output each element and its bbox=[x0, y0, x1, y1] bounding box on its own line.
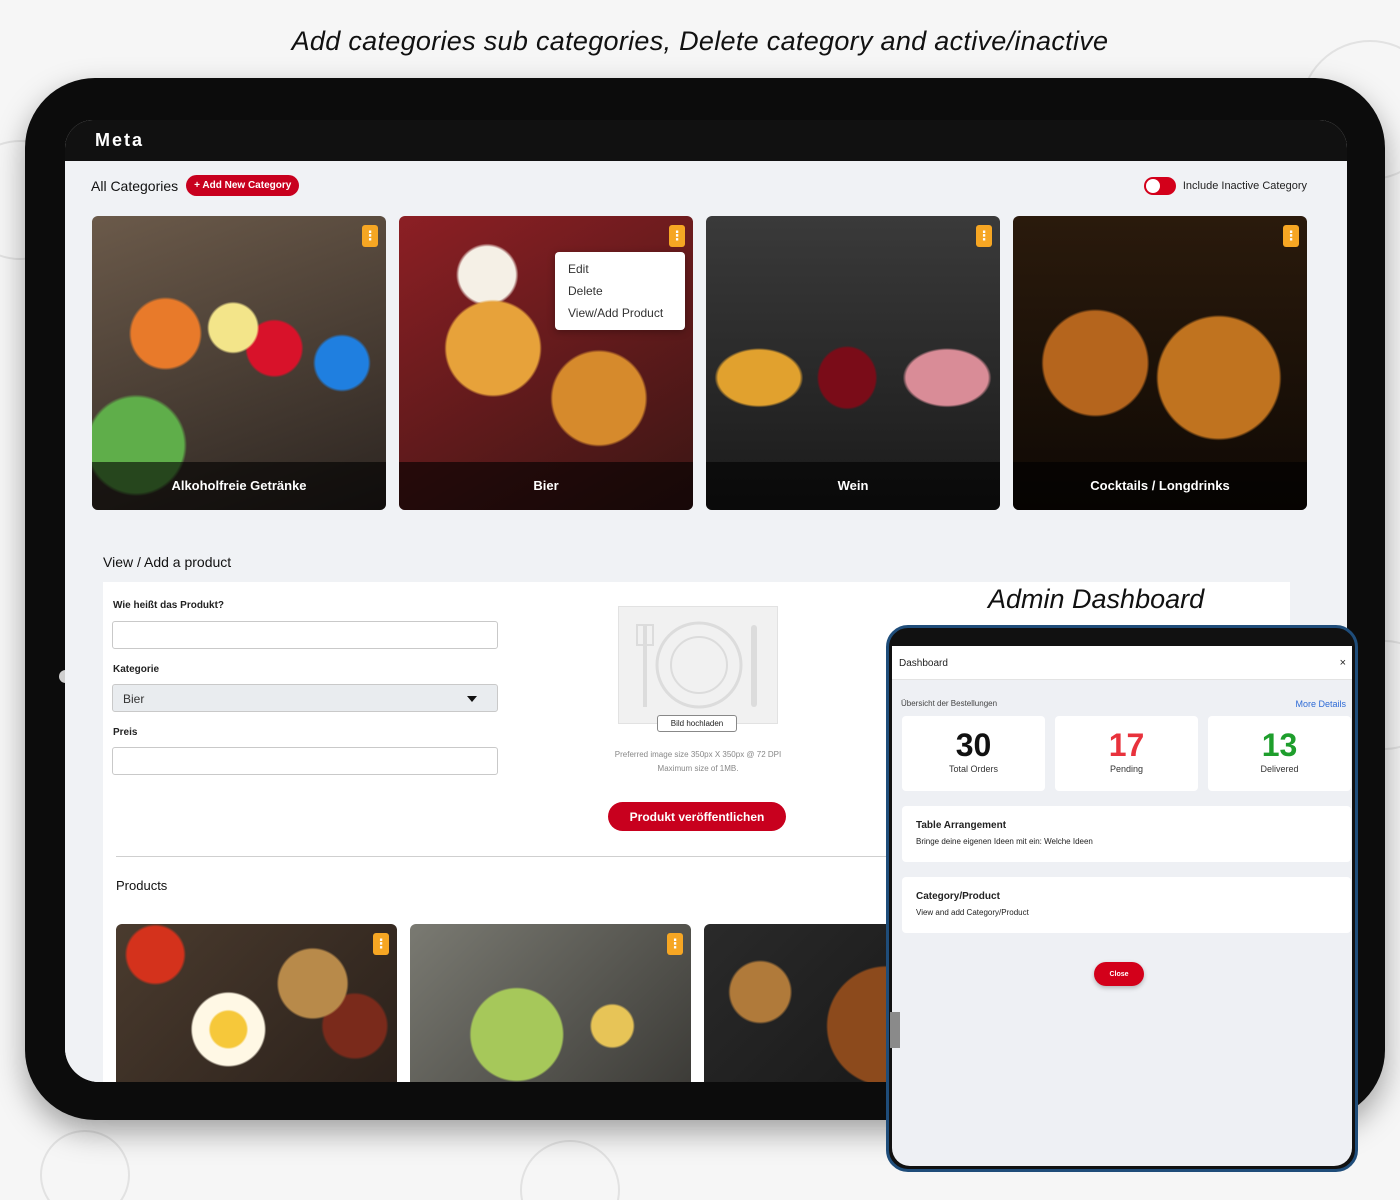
category-select-value: Bier bbox=[123, 692, 145, 706]
menu-item-view-add-product[interactable]: View/Add Product bbox=[555, 302, 685, 324]
menu-item-edit[interactable]: Edit bbox=[555, 258, 685, 280]
product-name-label: Wie heißt das Produkt? bbox=[113, 600, 225, 611]
plate-cutlery-icon bbox=[636, 621, 757, 709]
bg-doodle bbox=[40, 1130, 130, 1200]
toggle-knob bbox=[1145, 179, 1160, 193]
bg-doodle bbox=[520, 1140, 620, 1200]
dashboard-title: Dashboard bbox=[899, 658, 948, 669]
dashboard-header: Dashboard × bbox=[892, 646, 1352, 680]
category-product-title: Category/Product bbox=[916, 891, 1000, 902]
upload-image-button[interactable]: Bild hochladen bbox=[657, 715, 737, 732]
stat-delivered: 13 Delivered bbox=[1208, 716, 1351, 791]
category-label: Kategorie bbox=[113, 664, 160, 675]
stat-value: 17 bbox=[1108, 727, 1145, 763]
promo-headline: Add categories sub categories, Delete ca… bbox=[291, 26, 1109, 56]
table-arrangement-subtitle: Bringe deine eigenen Ideen mit ein: Welc… bbox=[916, 837, 1093, 846]
category-product-card[interactable]: Category/Product View and add Category/P… bbox=[902, 877, 1351, 933]
app-title: Meta bbox=[95, 130, 145, 150]
close-button[interactable]: Close bbox=[1094, 962, 1144, 986]
stat-value: 30 bbox=[955, 727, 992, 763]
category-name: Bier bbox=[399, 462, 693, 510]
orders-overview-label: Übersicht der Bestellungen bbox=[901, 699, 998, 708]
chevron-down-icon bbox=[467, 696, 477, 702]
categories-title: All Categories bbox=[91, 177, 179, 194]
image-placeholder bbox=[618, 606, 778, 724]
more-vertical-icon[interactable]: ⋮ bbox=[373, 933, 389, 955]
more-details-link[interactable]: More Details bbox=[1295, 699, 1346, 709]
category-cards: ⋮ Alkoholfreie Getränke ⋮ Edit Delete Vi… bbox=[92, 216, 1307, 510]
price-input[interactable] bbox=[112, 747, 498, 775]
category-name: Alkoholfreie Getränke bbox=[92, 462, 386, 510]
category-card[interactable]: ⋮ Alkoholfreie Getränke bbox=[92, 216, 386, 510]
product-section-title: View / Add a product bbox=[103, 554, 232, 570]
publish-product-button[interactable]: Produkt veröffentlichen bbox=[608, 802, 786, 831]
more-vertical-icon[interactable]: ⋮ bbox=[362, 225, 378, 247]
stat-total-orders: 30 Total Orders bbox=[902, 716, 1045, 791]
phone-side-button bbox=[890, 1012, 900, 1048]
category-select[interactable]: Bier bbox=[112, 684, 498, 712]
more-vertical-icon[interactable]: ⋮ bbox=[669, 225, 685, 247]
include-inactive-label: Include Inactive Category bbox=[1182, 180, 1307, 192]
categories-header: All Categories + Add New Category bbox=[91, 175, 300, 196]
inactive-toggle-group: Include Inactive Category bbox=[1143, 177, 1307, 195]
dashboard-screen: Dashboard × Übersicht der Bestellungen M… bbox=[892, 646, 1352, 1166]
category-card[interactable]: ⋮ Cocktails / Longdrinks bbox=[1013, 216, 1307, 510]
category-name: Cocktails / Longdrinks bbox=[1013, 462, 1307, 510]
category-product-subtitle: View and add Category/Product bbox=[916, 908, 1029, 917]
more-vertical-icon[interactable]: ⋮ bbox=[976, 225, 992, 247]
order-stats: 30 Total Orders 17 Pending 13 Delivered bbox=[902, 716, 1351, 791]
category-name: Wein bbox=[706, 462, 1000, 510]
more-vertical-icon[interactable]: ⋮ bbox=[667, 933, 683, 955]
admin-dashboard-heading: Admin Dashboard bbox=[988, 584, 1205, 614]
stat-label: Total Orders bbox=[948, 764, 999, 774]
image-max-note: Maximum size of 1MB. bbox=[657, 764, 739, 773]
category-card[interactable]: ⋮ Wein bbox=[706, 216, 1000, 510]
category-context-menu: Edit Delete View/Add Product bbox=[555, 252, 685, 330]
image-size-note: Preferred image size 350px X 350px @ 72 … bbox=[614, 750, 782, 759]
product-card[interactable]: ⋮ bbox=[410, 924, 691, 1082]
add-category-button[interactable]: + Add New Category bbox=[186, 175, 300, 196]
stat-label: Delivered bbox=[1260, 764, 1299, 774]
table-arrangement-card[interactable]: Table Arrangement Bringe deine eigenen I… bbox=[902, 806, 1351, 862]
product-cards: ⋮ ⋮ bbox=[116, 924, 985, 1082]
more-vertical-icon[interactable]: ⋮ bbox=[1283, 225, 1299, 247]
include-inactive-toggle[interactable] bbox=[1143, 177, 1176, 195]
close-icon[interactable]: × bbox=[1340, 657, 1346, 669]
table-arrangement-title: Table Arrangement bbox=[916, 820, 1007, 831]
product-name-input[interactable] bbox=[112, 621, 498, 649]
product-card[interactable]: ⋮ bbox=[116, 924, 397, 1082]
products-title: Products bbox=[116, 878, 168, 893]
phone-frame: Dashboard × Übersicht der Bestellungen M… bbox=[886, 625, 1358, 1172]
category-card[interactable]: ⋮ Edit Delete View/Add Product Bier bbox=[399, 216, 693, 510]
stat-value: 13 bbox=[1261, 727, 1298, 763]
stat-pending: 17 Pending bbox=[1055, 716, 1198, 791]
app-bar: Meta bbox=[65, 120, 1347, 161]
price-label: Preis bbox=[113, 727, 138, 738]
menu-item-delete[interactable]: Delete bbox=[555, 280, 685, 302]
stat-label: Pending bbox=[1109, 764, 1144, 774]
